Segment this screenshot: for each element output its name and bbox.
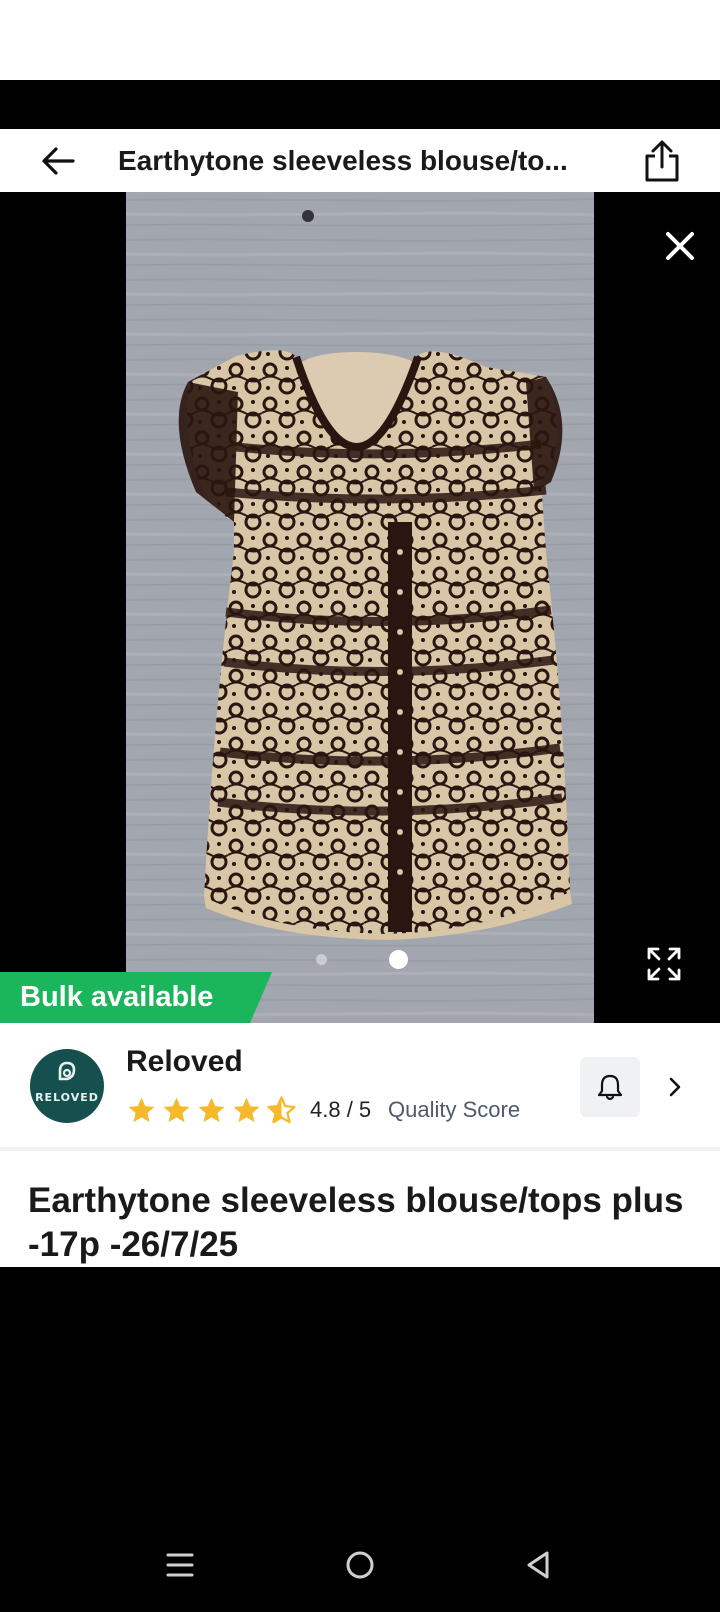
- seller-profile-chevron[interactable]: [660, 1067, 690, 1107]
- product-title-section: Earthytone sleeveless blouse/tops plus -…: [0, 1151, 720, 1267]
- star-full-icon: [128, 1097, 155, 1122]
- seller-avatar[interactable]: RELOVED: [30, 1049, 104, 1123]
- expand-icon: [647, 947, 681, 981]
- star-half-icon: [267, 1095, 296, 1123]
- top-band: [0, 80, 720, 129]
- avatar-label: RELOVED: [35, 1091, 99, 1104]
- star-full-icon: [233, 1097, 260, 1122]
- back-button[interactable]: [36, 139, 80, 183]
- chevron-right-icon: [669, 1077, 681, 1097]
- follow-notify-button[interactable]: [580, 1057, 640, 1117]
- page-dot[interactable]: [316, 954, 327, 965]
- product-photo[interactable]: [126, 192, 594, 1023]
- blouse-image: [126, 192, 594, 1023]
- close-icon: [666, 232, 694, 260]
- close-button[interactable]: [656, 222, 704, 270]
- page-dot-active[interactable]: [389, 950, 408, 969]
- menu-icon: [166, 1553, 194, 1577]
- header-title: Earthytone sleeveless blouse/to...: [118, 145, 568, 176]
- back-system-button[interactable]: [508, 1530, 568, 1600]
- app-header: Earthytone sleeveless blouse/to...: [0, 129, 720, 192]
- recent-apps-button[interactable]: [150, 1530, 210, 1600]
- bell-icon: [597, 1074, 623, 1101]
- image-gallery[interactable]: Bulk available: [0, 192, 720, 1023]
- fullscreen-button[interactable]: [640, 940, 688, 988]
- star-full-icon: [163, 1097, 190, 1122]
- product-title: Earthytone sleeveless blouse/tops plus -…: [28, 1181, 684, 1264]
- status-bar: [0, 0, 720, 80]
- home-button[interactable]: [330, 1530, 390, 1600]
- share-icon: [645, 140, 679, 182]
- pagination-dots: [0, 948, 720, 969]
- triangle-back-icon: [527, 1551, 549, 1579]
- share-button[interactable]: [638, 137, 686, 185]
- bulk-available-badge: Bulk available: [0, 972, 272, 1023]
- quality-score-label: Quality Score: [388, 1097, 521, 1122]
- rating-stars: [126, 1094, 301, 1126]
- reloved-logo-icon: [58, 1061, 76, 1081]
- system-navigation-bar: [0, 1530, 720, 1600]
- home-circle-icon: [346, 1551, 374, 1579]
- rating-value: 4.8 / 5: [310, 1097, 372, 1122]
- bulk-badge-label: Bulk available: [20, 981, 214, 1013]
- seller-row[interactable]: RELOVED Reloved 4.8 / 5 Quality Score: [0, 1023, 720, 1147]
- seller-name[interactable]: Reloved: [126, 1045, 243, 1079]
- arrow-left-icon: [42, 147, 75, 175]
- star-full-icon: [198, 1097, 225, 1122]
